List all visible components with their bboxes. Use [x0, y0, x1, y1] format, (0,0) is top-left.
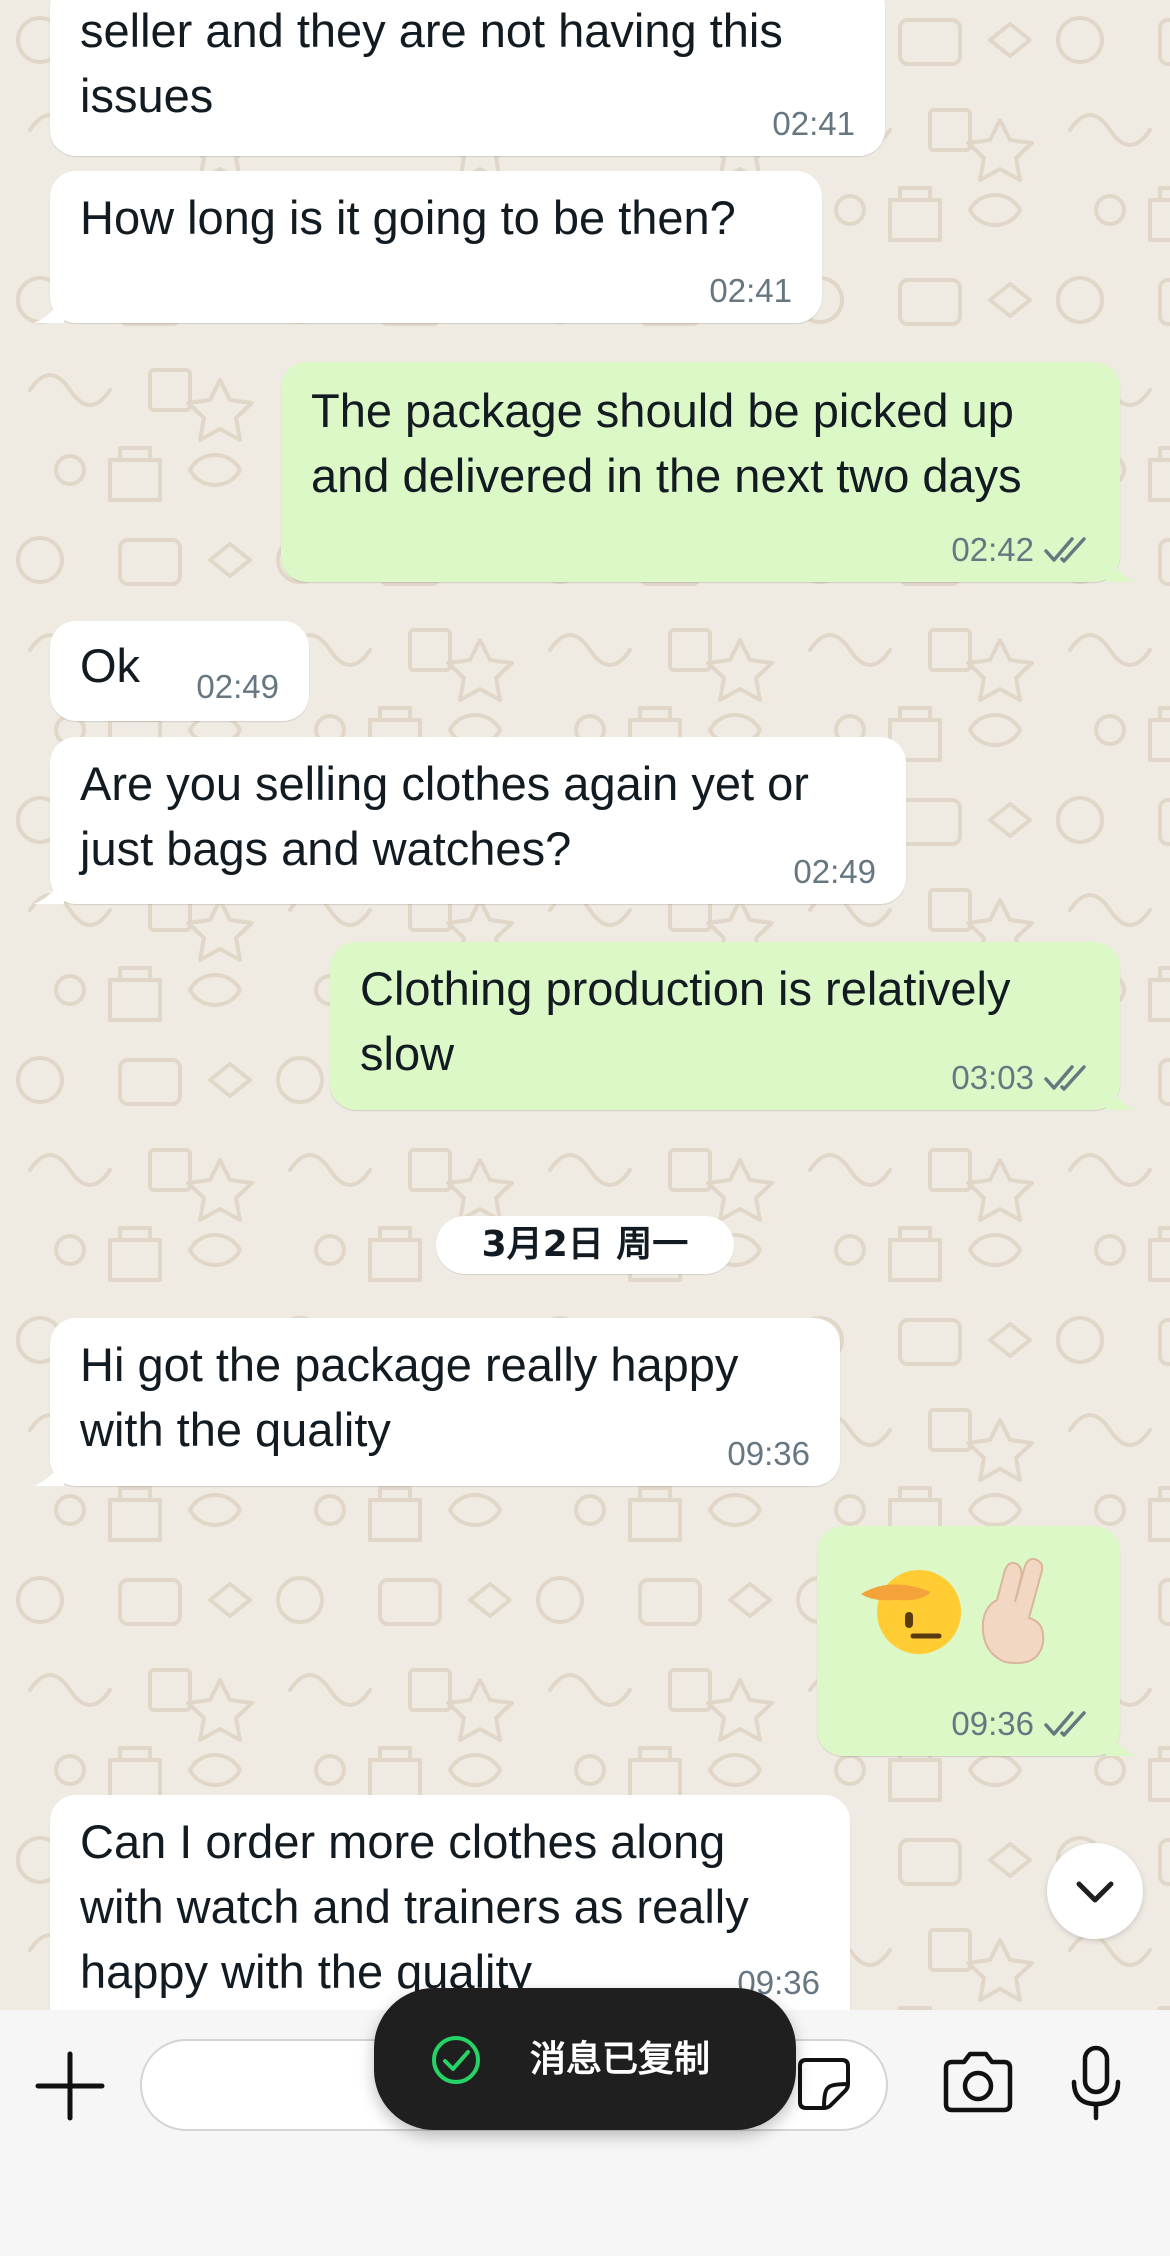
message-line: The package should be picked up — [311, 384, 1014, 437]
message-time: 02:49 — [793, 853, 876, 890]
message-time: 02:41 — [772, 105, 855, 142]
crossed-fingers-hand-icon — [981, 1558, 1045, 1664]
bubble-tail — [1106, 552, 1136, 582]
message-bubble-incoming[interactable]: Hi got the package really happy with the… — [34, 1318, 840, 1486]
message-text: Can I order more clothes along with watc… — [80, 1809, 749, 2004]
message-line: Are you selling clothes again yet or — [80, 757, 809, 810]
message-line: issues — [80, 69, 214, 122]
message-text: Ok — [80, 633, 140, 698]
message-line: How long is it going to be then? — [80, 191, 736, 244]
message-bubble-incoming[interactable]: How long is it going to be then? 02:41 — [34, 171, 822, 323]
message-line: Can I order more clothes along — [80, 1815, 726, 1868]
message-bubble-incoming[interactable]: seller and they are not having this issu… — [50, 0, 885, 156]
message-time: 09:36 — [951, 1705, 1034, 1742]
message-line: and delivered in the next two days — [311, 449, 1022, 502]
camera-icon[interactable] — [940, 2048, 1016, 2118]
saluting-face-icon — [861, 1570, 961, 1654]
message-line: just bags and watches? — [80, 822, 572, 875]
message-bubble-incoming[interactable]: Ok 02:49 — [50, 621, 309, 721]
message-line: Clothing production is relatively — [360, 962, 1011, 1015]
message-text: Are you selling clothes again yet or jus… — [80, 751, 809, 881]
bubble-tail — [1106, 1726, 1136, 1756]
message-line: with watch and trainers as really — [80, 1880, 749, 1933]
message-line: Hi got the package really happy — [80, 1338, 739, 1391]
message-time: 02:49 — [196, 668, 279, 705]
microphone-icon[interactable] — [1068, 2044, 1124, 2124]
message-time: 09:36 — [727, 1435, 810, 1472]
message-text: How long is it going to be then? — [80, 185, 736, 250]
bubble-tail — [34, 1456, 64, 1486]
sticker-icon[interactable] — [794, 2054, 854, 2114]
message-bubble-outgoing[interactable]: Clothing production is relatively slow 0… — [330, 942, 1136, 1110]
read-receipt-double-tick-icon — [1044, 1065, 1086, 1091]
copied-toast: 消息已复制 — [374, 1988, 796, 2130]
scroll-to-bottom-button[interactable] — [1047, 1843, 1143, 1939]
message-time: 02:42 — [951, 531, 1034, 568]
message-text: Hi got the package really happy with the… — [80, 1332, 738, 1462]
check-circle-icon — [432, 2036, 480, 2084]
message-line: with the quality — [80, 1403, 391, 1456]
message-time: 02:41 — [709, 272, 792, 309]
message-bubble-incoming[interactable]: Are you selling clothes again yet or jus… — [34, 737, 906, 904]
message-line: seller and they are not having this — [80, 4, 783, 57]
plus-icon[interactable] — [30, 2046, 110, 2126]
message-text: seller and they are not having this issu… — [80, 0, 783, 128]
message-line: Ok — [80, 639, 141, 692]
message-text: Clothing production is relatively slow — [360, 956, 1011, 1086]
bubble-tail — [34, 293, 64, 323]
bubble-tail — [34, 874, 64, 904]
toast-text: 消息已复制 — [530, 2039, 711, 2080]
message-time: 03:03 — [951, 1059, 1034, 1096]
message-text: The package should be picked up and deli… — [311, 378, 1022, 508]
message-bubble-incoming[interactable]: Can I order more clothes along with watc… — [50, 1795, 850, 2010]
read-receipt-double-tick-icon — [1044, 1711, 1086, 1737]
bubble-tail — [1106, 1080, 1136, 1110]
chat-area[interactable]: seller and they are not having this issu… — [0, 0, 1170, 2010]
message-bubble-outgoing[interactable]: 09:36 — [817, 1526, 1136, 1756]
message-line: slow — [360, 1027, 455, 1080]
message-bubble-outgoing[interactable]: The package should be picked up and deli… — [281, 362, 1136, 582]
date-divider: 3月2日 周一 — [436, 1216, 734, 1274]
read-receipt-double-tick-icon — [1044, 537, 1086, 563]
chevron-down-icon — [1076, 1881, 1114, 1903]
